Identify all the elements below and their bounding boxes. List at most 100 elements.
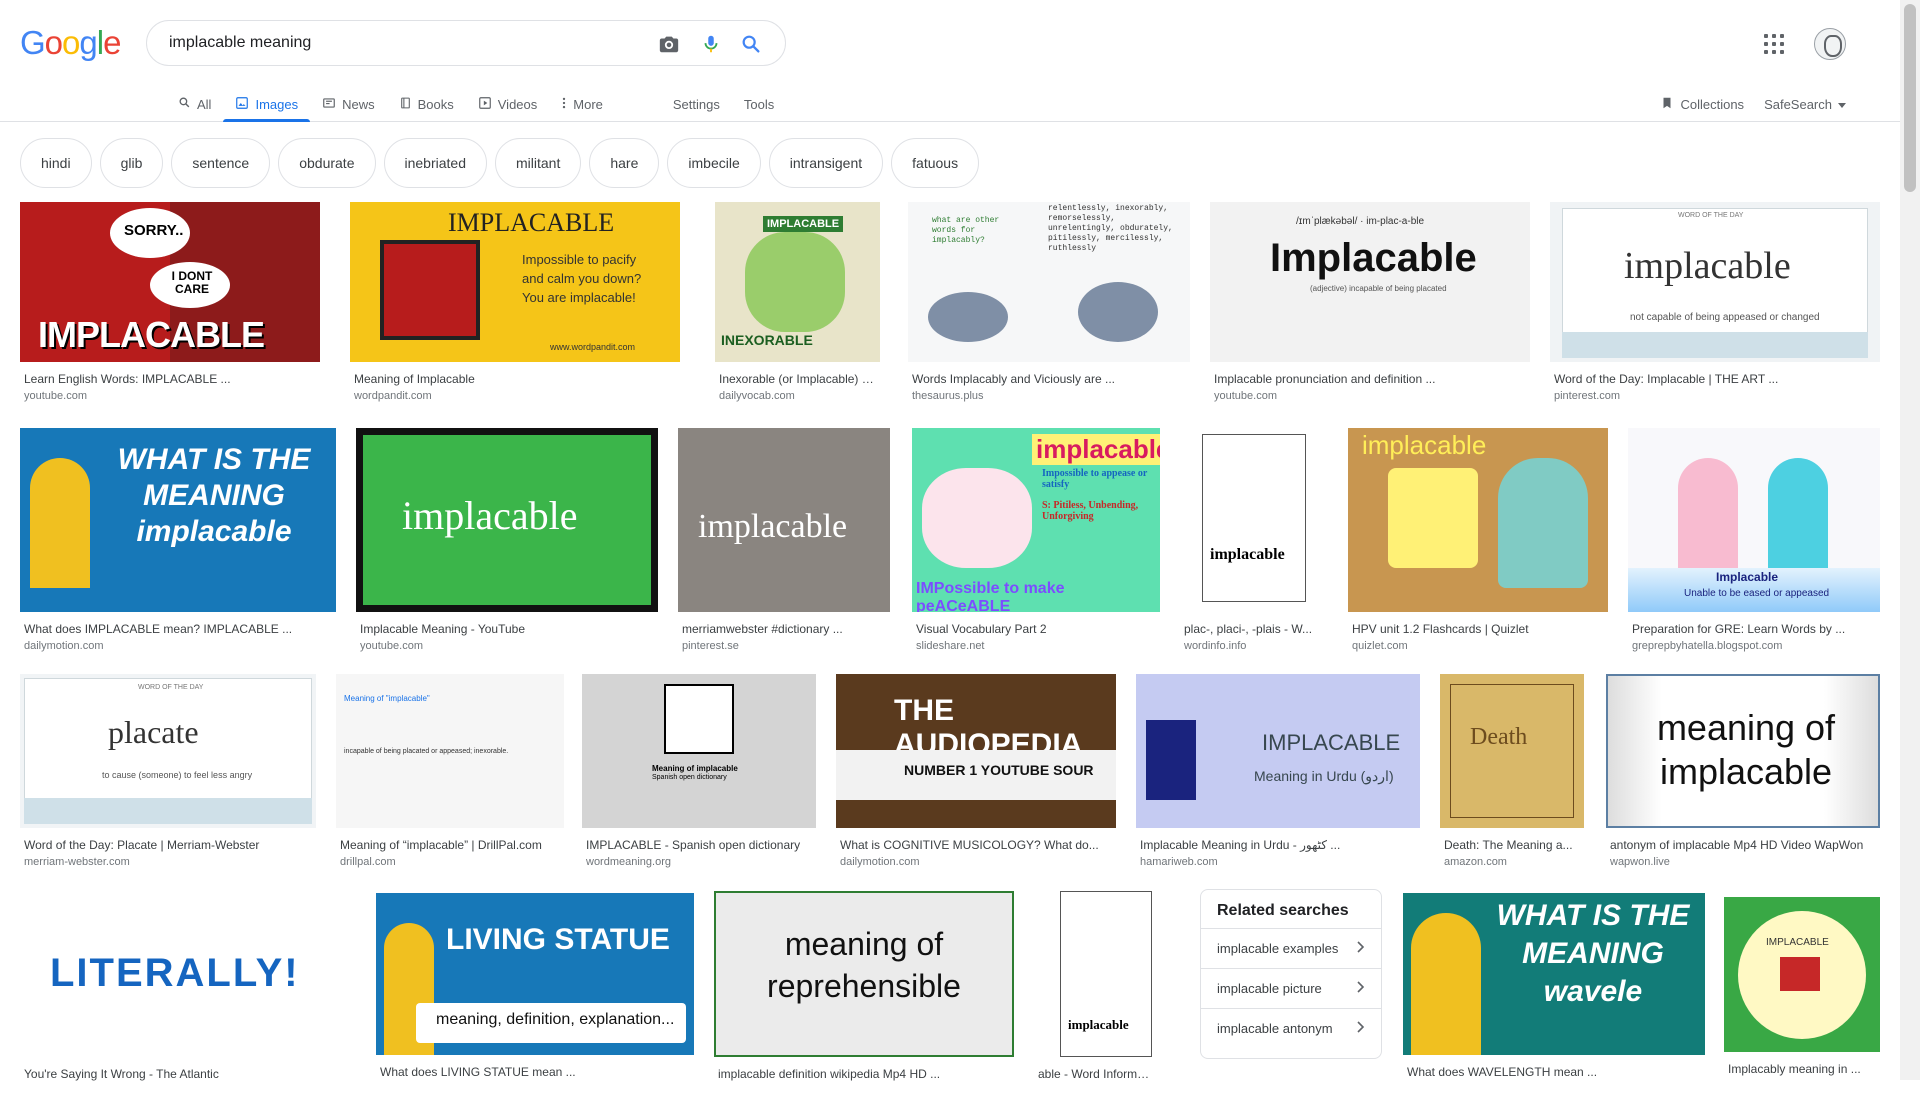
- image-result[interactable]: WHAT IS THE MEANING implacable What does …: [20, 428, 336, 656]
- result-caption[interactable]: Death: The Meaning a...: [1444, 838, 1582, 852]
- tab-videos[interactable]: Videos: [466, 86, 550, 122]
- image-result[interactable]: implacable merriamwebster #dictionary ...…: [678, 428, 890, 656]
- image-result[interactable]: WHAT IS THE MEANING wavele What does WAVE…: [1403, 893, 1705, 1099]
- suggestion-chip[interactable]: fatuous: [891, 138, 980, 188]
- search-input[interactable]: [167, 30, 637, 56]
- image-result[interactable]: implacable plac-, placi-, -plais - W... wo…: [1180, 428, 1328, 656]
- result-caption[interactable]: Preparation for GRE: Learn Words by ...: [1632, 622, 1878, 636]
- suggestion-chip[interactable]: militant: [495, 138, 582, 188]
- image-result[interactable]: implacable Impossible to appease or satis…: [912, 428, 1160, 656]
- result-thumbnail[interactable]: IMPLACABLE: [1724, 897, 1880, 1052]
- image-result[interactable]: Death Death: The Meaning a... amazon.com: [1440, 674, 1584, 872]
- result-caption[interactable]: IMPLACABLE - Spanish open dictionary: [586, 838, 814, 852]
- search-bar[interactable]: [146, 20, 786, 66]
- image-result[interactable]: THE AUDIOPEDIA NUMBER 1 YOUTUBE SOUR What …: [836, 674, 1116, 872]
- result-thumbnail[interactable]: implacable: [1348, 428, 1608, 612]
- suggestion-chip[interactable]: sentence: [171, 138, 271, 188]
- result-thumbnail[interactable]: Implacable Unable to be eased or appeased: [1628, 428, 1880, 612]
- tab-news[interactable]: News: [310, 86, 387, 122]
- result-caption[interactable]: Visual Vocabulary Part 2: [916, 622, 1158, 636]
- image-result[interactable]: WORD OF THE DAY placate to cause (someone)…: [20, 674, 316, 872]
- result-thumbnail[interactable]: IMPLACABLE Meaning in Urdu (اردو): [1136, 674, 1420, 828]
- result-thumbnail[interactable]: implacable: [1034, 891, 1154, 1057]
- result-caption[interactable]: Meaning of “implacable” | DrillPal.com: [340, 838, 562, 852]
- apps-grid-icon[interactable]: [1762, 32, 1786, 56]
- result-caption[interactable]: What does WAVELENGTH mean ...: [1407, 1065, 1703, 1079]
- tab-all[interactable]: All: [166, 86, 223, 122]
- suggestion-chip[interactable]: glib: [99, 138, 164, 188]
- result-thumbnail[interactable]: Death: [1440, 674, 1584, 828]
- page-scrollbar[interactable]: [1900, 0, 1920, 1080]
- suggestion-chip[interactable]: hindi: [20, 138, 92, 188]
- collections-button[interactable]: Collections: [1660, 95, 1744, 114]
- suggestion-chip[interactable]: obdurate: [278, 138, 376, 188]
- result-thumbnail[interactable]: implacable: [1180, 428, 1328, 612]
- result-thumbnail[interactable]: /ɪmˈplækəbəl/ · im-plac-a-ble Implacable (…: [1210, 202, 1530, 362]
- result-caption[interactable]: Word of the Day: Placate | Merriam-Webst…: [24, 838, 314, 852]
- result-thumbnail[interactable]: WHAT IS THE MEANING wavele: [1403, 893, 1705, 1055]
- image-result[interactable]: LIVING STATUE meaning, definition, explan…: [376, 893, 694, 1099]
- result-caption[interactable]: antonym of implacable Mp4 HD Video WapWo…: [1610, 838, 1878, 852]
- result-caption[interactable]: Learn English Words: IMPLACABLE ...: [24, 372, 318, 386]
- image-result[interactable]: IMPLACABLE INEXORABLE Inexorable (or Impla…: [715, 202, 880, 406]
- settings-link[interactable]: Settings: [661, 86, 732, 122]
- result-thumbnail[interactable]: implacable: [678, 428, 890, 612]
- result-caption[interactable]: able - Word Information: [1038, 1067, 1152, 1081]
- tab-more[interactable]: More: [549, 86, 615, 122]
- result-thumbnail[interactable]: meaning of implacable: [1606, 674, 1880, 828]
- image-result[interactable]: /ɪmˈplækəbəl/ · im-plac-a-ble Implacable (…: [1210, 202, 1530, 406]
- result-thumbnail[interactable]: Meaning of implacable Spanish open dictio…: [582, 674, 816, 828]
- related-search-item[interactable]: implacable picture: [1201, 968, 1381, 1008]
- result-thumbnail[interactable]: LIVING STATUE meaning, definition, explan…: [376, 893, 694, 1055]
- image-result[interactable]: implacable HPV unit 1.2 Flashcards | Quiz…: [1348, 428, 1608, 656]
- result-caption[interactable]: HPV unit 1.2 Flashcards | Quizlet: [1352, 622, 1606, 636]
- result-thumbnail[interactable]: implacable Impossible to appease or satis…: [912, 428, 1160, 612]
- suggestion-chip[interactable]: hare: [589, 138, 660, 188]
- image-result[interactable]: meaning of reprehensible implacable defin…: [714, 891, 1014, 1101]
- result-thumbnail[interactable]: Meaning of "implacable" incapable of bein…: [336, 674, 564, 828]
- result-thumbnail[interactable]: THE AUDIOPEDIA NUMBER 1 YOUTUBE SOUR: [836, 674, 1116, 828]
- result-caption[interactable]: What does LIVING STATUE mean ...: [380, 1065, 692, 1079]
- image-result[interactable]: implacable able - Word Information: [1034, 891, 1154, 1101]
- related-search-item[interactable]: implacable examples: [1201, 928, 1381, 968]
- image-result[interactable]: implacable Implacable Meaning - YouTube yo…: [356, 428, 658, 656]
- result-thumbnail[interactable]: SORRY.. I DONT CARE IMPLACABLE: [20, 202, 320, 362]
- suggestion-chip[interactable]: imbecile: [667, 138, 761, 188]
- image-result[interactable]: SORRY.. I DONT CARE IMPLACABLE Learn Englis…: [20, 202, 320, 406]
- scrollbar-thumb[interactable]: [1904, 4, 1916, 192]
- google-logo[interactable]: Google: [20, 24, 121, 62]
- result-caption[interactable]: plac-, placi-, -plais - W...: [1184, 622, 1326, 636]
- result-thumbnail[interactable]: LITERALLY!: [20, 891, 356, 1057]
- result-caption[interactable]: Implacably meaning in ...: [1728, 1062, 1878, 1076]
- result-thumbnail[interactable]: WHAT IS THE MEANING implacable: [20, 428, 336, 612]
- image-result[interactable]: Implacable Unable to be eased or appeased…: [1628, 428, 1880, 656]
- result-caption[interactable]: You're Saying It Wrong - The Atlantic: [24, 1067, 354, 1081]
- microphone-icon[interactable]: [699, 32, 723, 56]
- search-icon[interactable]: [739, 32, 763, 56]
- tab-images[interactable]: Images: [223, 86, 310, 122]
- result-thumbnail[interactable]: IMPLACABLE Impossible to pacify and calm y…: [350, 202, 680, 362]
- result-caption[interactable]: What does IMPLACABLE mean? IMPLACABLE ..…: [24, 622, 334, 636]
- result-caption[interactable]: Implacable Meaning in Urdu - کٹھور ...: [1140, 838, 1418, 852]
- safesearch-dropdown[interactable]: SafeSearch: [1764, 97, 1846, 112]
- result-caption[interactable]: Implacable Meaning - YouTube: [360, 622, 656, 636]
- result-caption[interactable]: What is COGNITIVE MUSICOLOGY? What do...: [840, 838, 1114, 852]
- result-caption[interactable]: Words Implacably and Viciously are ...: [912, 372, 1188, 386]
- image-result[interactable]: IMPLACABLE Implacably meaning in ...: [1724, 897, 1880, 1096]
- result-thumbnail[interactable]: WORD OF THE DAY implacable not capable of …: [1550, 202, 1880, 362]
- camera-icon[interactable]: [657, 32, 681, 56]
- result-thumbnail[interactable]: implacable: [356, 428, 658, 612]
- image-result[interactable]: IMPLACABLE Meaning in Urdu (اردو) Implacab…: [1136, 674, 1420, 872]
- image-result[interactable]: WORD OF THE DAY implacable not capable of …: [1550, 202, 1880, 406]
- result-caption[interactable]: implacable definition wikipedia Mp4 HD .…: [718, 1067, 1012, 1081]
- result-caption[interactable]: Inexorable (or Implacable) m...: [719, 372, 878, 386]
- result-thumbnail[interactable]: what are other words for implacably? rele…: [908, 202, 1190, 362]
- related-search-item[interactable]: implacable antonym: [1201, 1008, 1381, 1048]
- image-result[interactable]: meaning of implacable antonym of implacab…: [1606, 674, 1880, 872]
- result-caption[interactable]: Word of the Day: Implacable | THE ART ..…: [1554, 372, 1878, 386]
- suggestion-chip[interactable]: inebriated: [383, 138, 487, 188]
- result-caption[interactable]: Meaning of Implacable: [354, 372, 678, 386]
- tools-link[interactable]: Tools: [732, 86, 786, 122]
- image-result[interactable]: LITERALLY! You're Saying It Wrong - The A…: [20, 891, 356, 1101]
- result-caption[interactable]: Implacable pronunciation and definition …: [1214, 372, 1528, 386]
